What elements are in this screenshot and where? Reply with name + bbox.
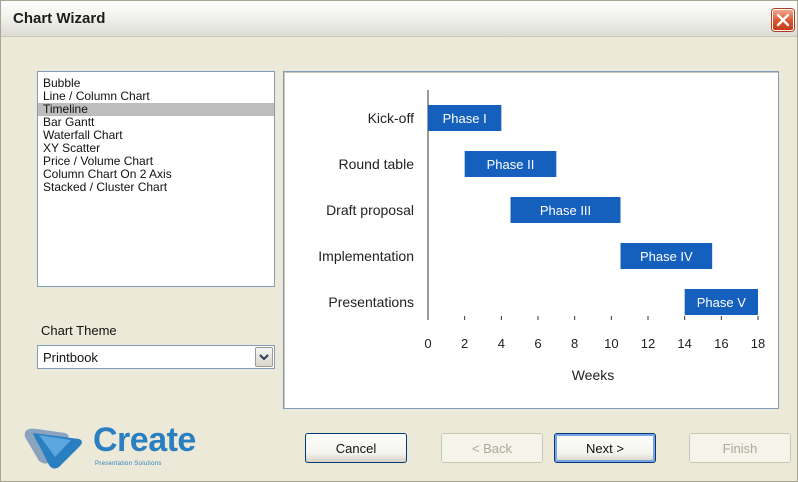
chart-theme-select[interactable]: Printbook [37, 345, 275, 369]
x-tick-label: 6 [534, 336, 541, 351]
create-logo: Create Presentation Solutions [19, 419, 219, 475]
close-icon [776, 13, 790, 27]
dropdown-button[interactable] [255, 347, 273, 367]
chart-preview: 0 2 4 6 8 10 12 14 16 18 Weeks Kick-off Phase I Round… [283, 71, 779, 409]
phase-bar-label: Phase IV [640, 249, 693, 264]
category-label: Kick-off [368, 110, 415, 126]
x-tick-label: 18 [751, 336, 765, 351]
chart-theme-value: Printbook [43, 350, 98, 365]
phase-bar-label: Phase III [540, 203, 591, 218]
chart-type-item[interactable]: Stacked / Cluster Chart [38, 181, 274, 194]
cancel-button[interactable]: Cancel [305, 433, 407, 463]
x-tick-label: 8 [571, 336, 578, 351]
chart-wizard-window: Chart Wizard Bubble Line / Column Chart Ti… [0, 0, 798, 482]
category-label: Implementation [318, 248, 414, 264]
x-tick-label: 0 [424, 336, 431, 351]
category-label: Presentations [328, 294, 414, 310]
phase-bar-label: Phase V [697, 295, 746, 310]
back-button[interactable]: < Back [441, 433, 543, 463]
window-title: Chart Wizard [13, 10, 106, 27]
finish-button[interactable]: Finish [689, 433, 791, 463]
phase-bar-label: Phase II [487, 157, 535, 172]
logo-mark-icon [24, 428, 82, 469]
logo-wordmark: Create [93, 421, 196, 459]
category-label: Draft proposal [326, 202, 414, 218]
x-tick-label: 16 [714, 336, 728, 351]
next-button[interactable]: Next > [554, 433, 656, 463]
close-button[interactable] [772, 9, 794, 31]
title-bar: Chart Wizard [1, 1, 797, 37]
x-tick-label: 4 [498, 336, 505, 351]
x-axis-label: Weeks [572, 367, 615, 383]
chart-type-list[interactable]: Bubble Line / Column Chart Timeline Bar Gan… [37, 71, 275, 287]
phase-bar-label: Phase I [443, 111, 487, 126]
chevron-down-icon [259, 354, 269, 361]
x-tick-label: 14 [677, 336, 691, 351]
logo-tagline: Presentation Solutions [95, 461, 162, 467]
x-tick-label: 10 [604, 336, 618, 351]
x-tick-label: 12 [641, 336, 655, 351]
x-tick-label: 2 [461, 336, 468, 351]
category-label: Round table [338, 156, 414, 172]
timeline-chart: 0 2 4 6 8 10 12 14 16 18 Weeks Kick-off Phase I Round… [318, 90, 765, 383]
chart-theme-label: Chart Theme [41, 323, 117, 338]
